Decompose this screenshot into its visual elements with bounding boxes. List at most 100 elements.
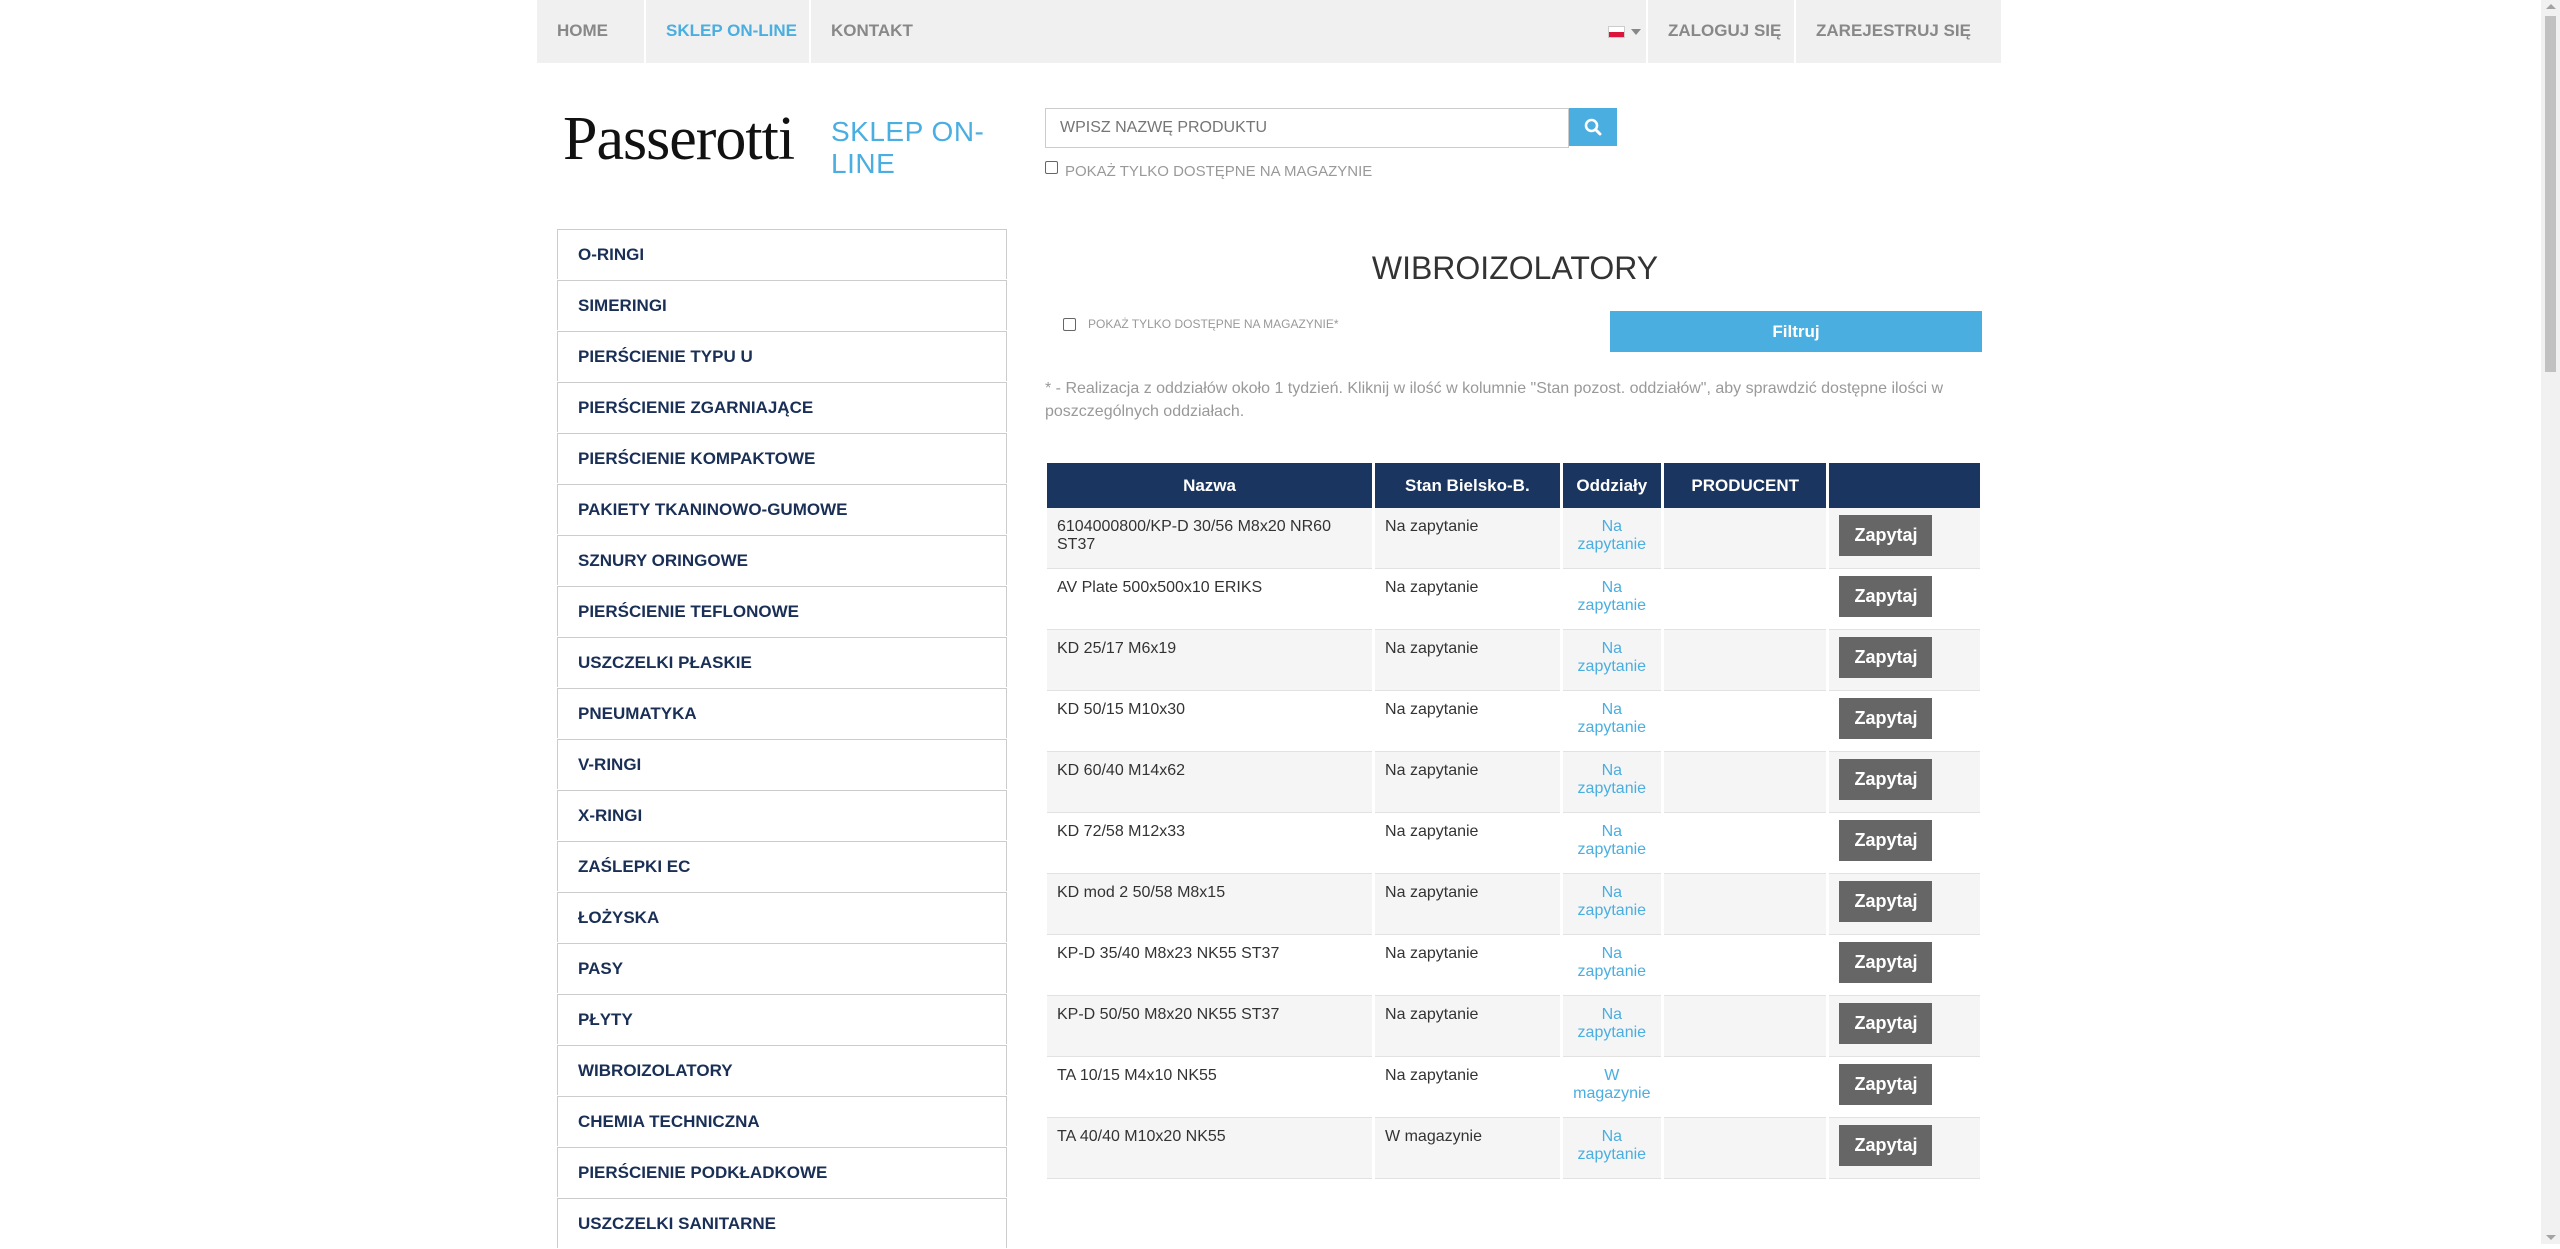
- branches-availability-link[interactable]: Na zapytanie: [1562, 996, 1661, 1057]
- sidebar-item[interactable]: PIERŚCIENIE TEFLONOWE: [557, 586, 1007, 636]
- inquire-button[interactable]: Zapytaj: [1839, 881, 1933, 922]
- action-cell: Zapytaj: [1829, 1118, 1980, 1179]
- sidebar-item[interactable]: PASY: [557, 943, 1007, 993]
- search-icon: [1584, 118, 1602, 136]
- inquire-button[interactable]: Zapytaj: [1839, 515, 1933, 556]
- product-name: KP-D 50/50 M8x20 NK55 ST37: [1047, 996, 1373, 1057]
- scroll-down-icon[interactable]: [2546, 1235, 2556, 1240]
- sidebar-item[interactable]: ŁOŻYSKA: [557, 892, 1007, 942]
- sidebar-item[interactable]: WIBROIZOLATORY: [557, 1045, 1007, 1095]
- branches-availability-link[interactable]: Na zapytanie: [1562, 691, 1661, 752]
- filter-stock-checkbox[interactable]: [1063, 318, 1076, 331]
- stock-bielsko: Na zapytanie: [1375, 1057, 1560, 1118]
- producer: [1663, 630, 1827, 691]
- producer: [1663, 569, 1827, 630]
- producer: [1663, 691, 1827, 752]
- stock-bielsko: W magazynie: [1375, 1118, 1560, 1179]
- column-header-name[interactable]: Nazwa: [1047, 463, 1373, 508]
- action-cell: Zapytaj: [1829, 813, 1980, 874]
- action-cell: Zapytaj: [1829, 935, 1980, 996]
- column-header-branches[interactable]: Oddziały: [1562, 463, 1661, 508]
- inquire-button[interactable]: Zapytaj: [1839, 1003, 1933, 1044]
- nav-contact[interactable]: KONTAKT: [811, 0, 933, 63]
- language-dropdown[interactable]: [1588, 0, 1641, 63]
- inquire-button[interactable]: Zapytaj: [1839, 820, 1933, 861]
- producer: [1663, 508, 1827, 569]
- inquire-button[interactable]: Zapytaj: [1839, 1125, 1933, 1166]
- branches-availability-link[interactable]: Na zapytanie: [1562, 569, 1661, 630]
- stock-bielsko: Na zapytanie: [1375, 508, 1560, 569]
- table-row: KD mod 2 50/58 M8x15 Na zapytanie Na zapyt…: [1047, 874, 1980, 935]
- producer: [1663, 1057, 1827, 1118]
- column-header-stock[interactable]: Stan Bielsko-B.: [1375, 463, 1560, 508]
- page-scrollbar[interactable]: [2541, 0, 2560, 1244]
- column-header-producer[interactable]: PRODUCENT: [1663, 463, 1827, 508]
- scroll-thumb[interactable]: [2545, 16, 2556, 372]
- site-logo[interactable]: Passerotti SKLEP ON-LINE: [563, 104, 1003, 184]
- stock-bielsko: Na zapytanie: [1375, 996, 1560, 1057]
- products-table: Nazwa Stan Bielsko-B. Oddziały PRODUCENT…: [1047, 463, 1980, 1179]
- sidebar-item[interactable]: ZAŚLEPKI EC: [557, 841, 1007, 891]
- inquire-button[interactable]: Zapytaj: [1839, 942, 1933, 983]
- branches-availability-link[interactable]: Na zapytanie: [1562, 935, 1661, 996]
- sidebar-item[interactable]: V-RINGI: [557, 739, 1007, 789]
- poland-flag-icon: [1608, 25, 1625, 38]
- filter-stock-label: POKAŻ TYLKO DOSTĘPNE NA MAGAZYNIE*: [1088, 317, 1339, 331]
- sidebar-item[interactable]: SIMERINGI: [557, 280, 1007, 330]
- sidebar-item[interactable]: SZNURY ORINGOWE: [557, 535, 1007, 585]
- table-row: KP-D 35/40 M8x23 NK55 ST37 Na zapytanie Na…: [1047, 935, 1980, 996]
- sidebar-item[interactable]: PIERŚCIENIE PODKŁADKOWE: [557, 1147, 1007, 1197]
- search-button[interactable]: [1569, 108, 1617, 146]
- sidebar-item[interactable]: USZCZELKI SANITARNE: [557, 1198, 1007, 1248]
- branches-availability-link[interactable]: Na zapytanie: [1562, 813, 1661, 874]
- sidebar-item[interactable]: CHEMIA TECHNICZNA: [557, 1096, 1007, 1146]
- table-row: TA 40/40 M10x20 NK55 W magazynie Na zapyta…: [1047, 1118, 1980, 1179]
- sidebar-item[interactable]: PNEUMATYKA: [557, 688, 1007, 738]
- inquire-button[interactable]: Zapytaj: [1839, 698, 1933, 739]
- nav-shop[interactable]: SKLEP ON-LINE: [646, 0, 817, 63]
- inquire-button[interactable]: Zapytaj: [1839, 637, 1933, 678]
- producer: [1663, 752, 1827, 813]
- sidebar-item[interactable]: USZCZELKI PŁASKIE: [557, 637, 1007, 687]
- sidebar-item[interactable]: X-RINGI: [557, 790, 1007, 840]
- inquire-button[interactable]: Zapytaj: [1839, 1064, 1933, 1105]
- action-cell: Zapytaj: [1829, 996, 1980, 1057]
- stock-only-checkbox[interactable]: [1045, 161, 1058, 174]
- nav-home[interactable]: HOME: [537, 0, 628, 63]
- sidebar-item[interactable]: PIERŚCIENIE ZGARNIAJĄCE: [557, 382, 1007, 432]
- sidebar-item[interactable]: PAKIETY TKANINOWO-GUMOWE: [557, 484, 1007, 534]
- product-name: TA 40/40 M10x20 NK55: [1047, 1118, 1373, 1179]
- inquire-button[interactable]: Zapytaj: [1839, 576, 1933, 617]
- filter-button[interactable]: Filtruj: [1610, 311, 1982, 352]
- branches-availability-link[interactable]: Na zapytanie: [1562, 1118, 1661, 1179]
- action-cell: Zapytaj: [1829, 1057, 1980, 1118]
- nav-login[interactable]: ZALOGUJ SIĘ: [1648, 0, 1801, 63]
- branches-availability-link[interactable]: Na zapytanie: [1562, 630, 1661, 691]
- stock-bielsko: Na zapytanie: [1375, 630, 1560, 691]
- product-name: KD 50/15 M10x30: [1047, 691, 1373, 752]
- search-input[interactable]: [1045, 108, 1569, 148]
- top-navigation: HOME SKLEP ON-LINE KONTAKT ZALOGUJ SIĘ Z…: [537, 0, 2001, 63]
- stock-bielsko: Na zapytanie: [1375, 752, 1560, 813]
- sidebar-item[interactable]: PIERŚCIENIE TYPU U: [557, 331, 1007, 381]
- producer: [1663, 813, 1827, 874]
- inquire-button[interactable]: Zapytaj: [1839, 759, 1933, 800]
- branches-availability-link[interactable]: Na zapytanie: [1562, 508, 1661, 569]
- producer: [1663, 874, 1827, 935]
- table-row: KD 60/40 M14x62 Na zapytanie Na zapytanie Z…: [1047, 752, 1980, 813]
- product-name: KD 25/17 M6x19: [1047, 630, 1373, 691]
- sidebar-item[interactable]: PIERŚCIENIE KOMPAKTOWE: [557, 433, 1007, 483]
- branches-availability-link[interactable]: W magazynie: [1562, 1057, 1661, 1118]
- stock-only-label: POKAŻ TYLKO DOSTĘPNE NA MAGAZYNIE: [1065, 163, 1373, 180]
- branches-availability-link[interactable]: Na zapytanie: [1562, 752, 1661, 813]
- sidebar-item[interactable]: O-RINGI: [557, 229, 1007, 279]
- nav-register[interactable]: ZAREJESTRUJ SIĘ: [1796, 0, 1991, 63]
- action-cell: Zapytaj: [1829, 508, 1980, 569]
- scroll-up-icon[interactable]: [2546, 4, 2556, 9]
- product-name: KD 72/58 M12x33: [1047, 813, 1373, 874]
- action-cell: Zapytaj: [1829, 874, 1980, 935]
- table-row: TA 10/15 M4x10 NK55 Na zapytanie W magazyn…: [1047, 1057, 1980, 1118]
- page-title: WIBROIZOLATORY: [1371, 250, 1659, 286]
- branches-availability-link[interactable]: Na zapytanie: [1562, 874, 1661, 935]
- sidebar-item[interactable]: PŁYTY: [557, 994, 1007, 1044]
